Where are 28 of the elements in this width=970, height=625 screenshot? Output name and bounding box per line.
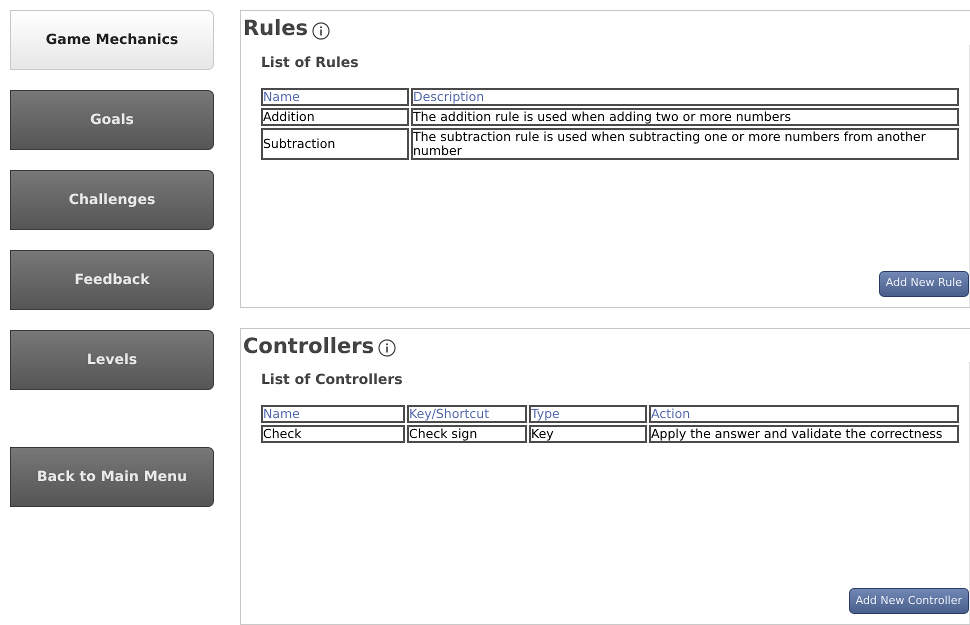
info-icon[interactable] xyxy=(378,339,396,358)
add-button[interactable]: Add New Controller xyxy=(848,588,969,614)
table-cell: Addition xyxy=(261,108,409,126)
section-title: Controllers xyxy=(243,332,374,360)
list-title: List of Controllers xyxy=(261,371,404,390)
table-cell: Check xyxy=(261,425,405,443)
sidebar-button[interactable]: Game Mechanics xyxy=(10,10,214,70)
sidebar-button[interactable]: Challenges xyxy=(10,170,214,230)
info-icon[interactable] xyxy=(312,22,330,40)
column-header: Key/Shortcut xyxy=(407,405,527,423)
column-header: Name xyxy=(261,88,409,106)
sidebar-button[interactable]: Feedback xyxy=(10,250,214,310)
column-header: Action xyxy=(649,405,959,423)
table-cell: The addition rule is used when adding two or more numbers xyxy=(411,108,959,126)
sidebar-button[interactable]: Back to Main Menu xyxy=(10,447,214,507)
column-header: Name xyxy=(261,405,405,423)
column-header: Description xyxy=(411,88,959,106)
table-cell: Key xyxy=(529,425,647,443)
section-title: Rules xyxy=(243,15,308,42)
sidebar-button[interactable]: Goals xyxy=(10,90,214,150)
column-header: Type xyxy=(529,405,647,423)
add-button[interactable]: Add New Rule xyxy=(878,270,969,296)
list-title: List of Rules xyxy=(261,54,360,72)
table-cell: Subtraction xyxy=(261,128,409,160)
sidebar-button[interactable]: Levels xyxy=(10,330,214,390)
table-cell: Apply the answer and validate the correctness xyxy=(649,425,959,443)
table-cell: The subtraction rule is used when subtracting one or more numbers from another number xyxy=(411,128,959,160)
table-cell: Check sign xyxy=(407,425,527,443)
